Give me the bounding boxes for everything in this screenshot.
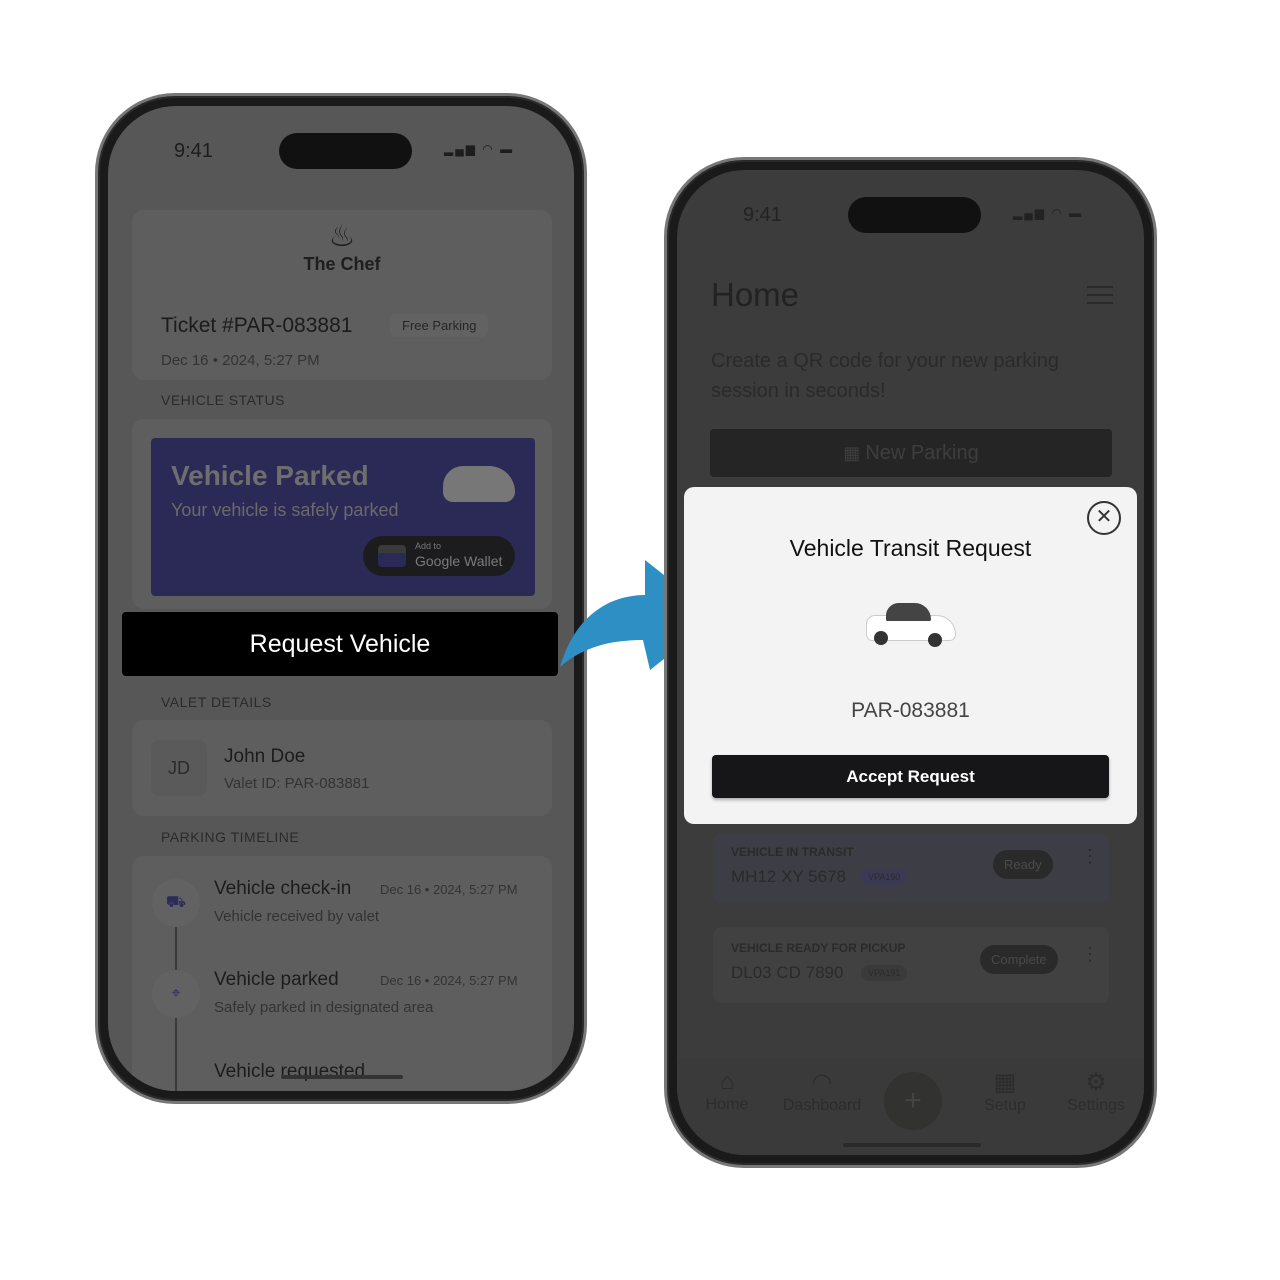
ticket-card: ♨ The Chef Ticket #PAR-083881 Free Parki… <box>132 210 552 380</box>
nav-home[interactable]: ⌂ Home <box>697 1068 757 1114</box>
list-status: VEHICLE READY FOR PICKUP <box>731 941 906 955</box>
chef-hat-icon: ♨ <box>328 220 356 253</box>
home-icon: ⌂ <box>719 1068 735 1095</box>
list-tag: VPA190 <box>861 869 908 885</box>
transit-request-modal: ✕ Vehicle Transit Request PAR-083881 Acc… <box>684 487 1137 824</box>
ready-button[interactable]: Ready <box>993 850 1053 879</box>
nav-settings[interactable]: ⚙ Settings <box>1060 1068 1132 1115</box>
page-title: Home <box>711 276 800 313</box>
vehicle-status-label: VEHICLE STATUS <box>161 392 285 408</box>
left-phone: 9:41 ▂▄▆ ◠ ▬ ♨ The Chef Ticket #PAR-0838… <box>95 93 587 1104</box>
parking-timeline-label: PARKING TIMELINE <box>161 829 300 845</box>
status-time: 9:41 <box>174 140 213 162</box>
nav-label: Home <box>705 1096 749 1113</box>
timeline-item: ⌖ Vehicle parked Dec 16 • 2024, 5:27 PM … <box>132 967 552 1037</box>
valet-name: John Doe <box>224 746 306 767</box>
timeline-title: Vehicle parked <box>214 969 339 990</box>
nav-label: Settings <box>1067 1097 1125 1114</box>
car-icon: ⛟ <box>152 879 200 927</box>
left-screen: 9:41 ▂▄▆ ◠ ▬ ♨ The Chef Ticket #PAR-0838… <box>108 106 574 1091</box>
list-plate: DL03 CD 7890 <box>731 963 844 982</box>
vehicle-parked-title: Vehicle Parked <box>171 460 369 491</box>
modal-ticket-id: PAR-083881 <box>851 699 970 722</box>
location-pin-icon: ⌖ <box>152 970 200 1018</box>
timeline-card: ⛟ Vehicle check-in Dec 16 • 2024, 5:27 P… <box>132 856 552 1091</box>
ticket-date: Dec 16 • 2024, 5:27 PM <box>161 352 320 369</box>
vehicle-parked-subtitle: Your vehicle is safely parked <box>171 500 399 520</box>
list-plate: MH12 XY 5678 <box>731 867 846 886</box>
accept-request-button[interactable]: Accept Request <box>712 755 1109 798</box>
status-time: 9:41 <box>743 204 782 226</box>
gauge-icon: ◠ <box>811 1069 833 1096</box>
timeline-time: Dec 16 • 2024, 5:27 PM <box>380 882 518 897</box>
nav-label: Dashboard <box>782 1097 862 1114</box>
nav-label: Setup <box>984 1097 1026 1114</box>
timeline-title: Vehicle check-in <box>214 878 352 899</box>
status-icons: ▂▄▆ ◠ ▬ <box>1013 206 1084 220</box>
request-vehicle-button[interactable]: Request Vehicle <box>122 612 558 676</box>
timeline-desc: Safely parked in designated area <box>214 999 434 1016</box>
wallet-small-text: Add to <box>415 541 442 551</box>
car-icon <box>866 601 956 651</box>
qr-icon: ▦ <box>993 1069 1017 1096</box>
home-indicator <box>281 1075 403 1079</box>
gear-icon: ⚙ <box>1085 1069 1107 1096</box>
list-status: VEHICLE IN TRANSIT <box>731 845 854 859</box>
timeline-title: Vehicle requested <box>214 1061 366 1082</box>
vehicle-parked-card: Vehicle Parked Your vehicle is safely pa… <box>151 438 535 596</box>
dynamic-island <box>848 197 981 233</box>
ticket-title: Ticket #PAR-083881 <box>161 314 353 337</box>
page-subtitle: Create a QR code for your new parking se… <box>711 350 1059 402</box>
wallet-icon <box>378 545 406 567</box>
restaurant-logo: ♨ The Chef <box>282 220 402 275</box>
bottom-nav: ⌂ Home ◠ Dashboard + ▦ Setup ⚙ Settings <box>677 1058 1144 1155</box>
more-icon[interactable]: ⋮ <box>1081 847 1099 865</box>
logo-text: The Chef <box>303 254 381 274</box>
more-icon[interactable]: ⋮ <box>1081 945 1099 963</box>
car-icon <box>443 466 515 502</box>
valet-card: JD John Doe Valet ID: PAR-083881 <box>132 720 552 816</box>
ticket-badge: Free Parking <box>390 314 489 337</box>
timeline-item: ⛟ Vehicle check-in Dec 16 • 2024, 5:27 P… <box>132 876 552 946</box>
new-parking-label: New Parking <box>865 442 979 464</box>
home-indicator <box>843 1143 981 1147</box>
list-tag: VPA191 <box>861 965 908 981</box>
qr-icon: ▦ <box>843 443 866 463</box>
list-item[interactable]: VEHICLE IN TRANSIT MH12 XY 5678 VPA190 R… <box>713 833 1109 903</box>
status-icons: ▂▄▆ ◠ ▬ <box>444 142 515 156</box>
modal-title: Vehicle Transit Request <box>789 535 1032 561</box>
valet-id: Valet ID: PAR-083881 <box>224 775 370 792</box>
plus-icon: + <box>904 1084 922 1117</box>
valet-details-label: VALET DETAILS <box>161 694 272 710</box>
timeline-desc: Vehicle received by valet <box>214 908 380 925</box>
complete-button[interactable]: Complete <box>980 945 1058 974</box>
valet-avatar: JD <box>151 740 207 796</box>
timeline-time: Dec 16 • 2024, 5:27 PM <box>380 973 518 988</box>
nav-setup[interactable]: ▦ Setup <box>975 1068 1035 1115</box>
nav-dashboard[interactable]: ◠ Dashboard <box>772 1068 872 1115</box>
close-icon[interactable]: ✕ <box>1087 501 1121 535</box>
list-item[interactable]: VEHICLE READY FOR PICKUP DL03 CD 7890 VP… <box>713 927 1109 1003</box>
google-wallet-button[interactable]: Add to Google Wallet <box>363 536 515 576</box>
add-button[interactable]: + <box>884 1072 942 1130</box>
wallet-big-text: Google Wallet <box>415 553 503 569</box>
dynamic-island <box>279 133 412 169</box>
menu-icon[interactable] <box>1087 286 1113 304</box>
new-parking-button[interactable]: ▦ New Parking <box>710 429 1112 477</box>
